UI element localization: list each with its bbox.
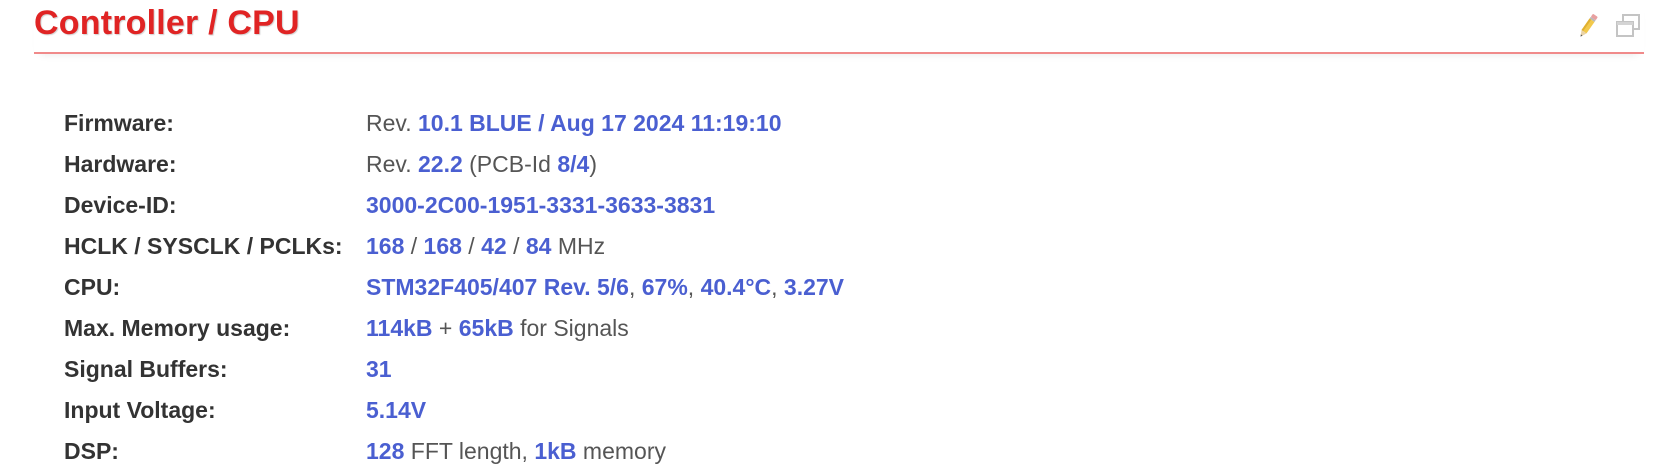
cpu-value: STM32F405/407 Rev. 5/6, 67%, 40.4°C, 3.2… — [366, 274, 844, 301]
memory-label: Max. Memory usage: — [64, 315, 291, 341]
cpu-sep-2: , — [687, 274, 701, 300]
hardware-label: Hardware: — [64, 151, 177, 177]
cpu-load: 67% — [641, 274, 688, 300]
dsp-memory-text: memory — [576, 438, 666, 464]
input-voltage-label: Input Voltage: — [64, 397, 216, 423]
hclk-value: 168 — [366, 233, 405, 259]
memory-plus: + — [432, 315, 459, 341]
input-voltage-value: 5.14V — [366, 397, 426, 424]
cpu-temperature: 40.4°C — [700, 274, 772, 300]
dsp-label: DSP: — [64, 438, 119, 464]
hardware-close: ) — [589, 151, 597, 177]
pclk1-value: 42 — [481, 233, 507, 259]
firmware-value: Rev. 10.1 BLUE / Aug 17 2024 11:19:10 — [366, 110, 782, 137]
clock-sep-3: / — [506, 233, 526, 259]
cpu-sep-3: , — [771, 274, 784, 300]
clock-sep-1: / — [404, 233, 424, 259]
firmware-version: 10.1 BLUE / Aug 17 2024 11:19:10 — [417, 110, 782, 136]
row-signal-buffers: Signal Buffers: 31 — [64, 349, 844, 390]
controller-cpu-panel: Controller / CPU Firmware: Rev. 10.1 BLU… — [0, 0, 1672, 476]
hardware-prefix: Rev. — [366, 151, 418, 177]
device-id-label: Device-ID: — [64, 192, 177, 218]
header-actions — [1572, 10, 1644, 42]
clocks-value: 168 / 168 / 42 / 84 MHz — [366, 233, 605, 260]
hardware-value: Rev. 22.2 (PCB-Id 8/4) — [366, 151, 597, 178]
device-id: 3000-2C00-1951-3331-3633-3831 — [366, 192, 716, 218]
cpu-voltage: 3.27V — [783, 274, 845, 300]
clock-sep-2: / — [461, 233, 482, 259]
clocks-label: HCLK / SYSCLK / PCLKs: — [64, 233, 343, 259]
memory-usage: 114kB — [366, 315, 433, 341]
cpu-model: STM32F405/407 Rev. 5/6 — [366, 274, 629, 300]
hardware-rev: 22.2 — [417, 151, 463, 177]
pclk2-value: 84 — [525, 233, 552, 259]
row-input-voltage: Input Voltage: 5.14V — [64, 390, 844, 431]
row-cpu: CPU: STM32F405/407 Rev. 5/6, 67%, 40.4°C… — [64, 267, 844, 308]
sysclk-value: 168 — [423, 233, 462, 259]
row-dsp: DSP: 128 FFT length, 1kB memory — [64, 431, 844, 472]
cpu-label: CPU: — [64, 274, 121, 300]
signal-buffers-label: Signal Buffers: — [64, 356, 228, 382]
hardware-pcb-text: (PCB-Id — [462, 151, 558, 177]
cpu-sep-1: , — [628, 274, 642, 300]
dsp-fft-text: FFT length, — [404, 438, 535, 464]
device-id-value: 3000-2C00-1951-3331-3633-3831 — [366, 192, 715, 219]
memory-suffix: for Signals — [513, 315, 629, 341]
clock-unit: MHz — [551, 233, 606, 259]
panel-title: Controller / CPU — [34, 4, 300, 42]
dsp-fft-length: 128 — [366, 438, 405, 464]
info-table: Firmware: Rev. 10.1 BLUE / Aug 17 2024 1… — [64, 103, 844, 472]
panel-header: Controller / CPU — [34, 0, 1644, 54]
firmware-prefix: Rev. — [366, 110, 418, 136]
dsp-memory: 1kB — [534, 438, 577, 464]
row-memory: Max. Memory usage: 114kB + 65kB for Sign… — [64, 308, 844, 349]
hardware-pcb-id: 8/4 — [557, 151, 590, 177]
firmware-label: Firmware: — [64, 110, 174, 136]
memory-value: 114kB + 65kB for Signals — [366, 315, 629, 342]
dsp-value: 128 FFT length, 1kB memory — [366, 438, 666, 465]
signal-buffers-count: 31 — [366, 356, 392, 382]
row-firmware: Firmware: Rev. 10.1 BLUE / Aug 17 2024 1… — [64, 103, 844, 144]
window-copy-icon[interactable] — [1612, 10, 1644, 42]
signal-buffers-value: 31 — [366, 356, 392, 383]
signal-memory: 65kB — [458, 315, 514, 341]
row-device-id: Device-ID: 3000-2C00-1951-3331-3633-3831 — [64, 185, 844, 226]
row-hardware: Hardware: Rev. 22.2 (PCB-Id 8/4) — [64, 144, 844, 185]
row-clocks: HCLK / SYSCLK / PCLKs: 168 / 168 / 42 / … — [64, 226, 844, 267]
input-voltage: 5.14V — [366, 397, 427, 423]
pencil-icon[interactable] — [1572, 10, 1604, 42]
